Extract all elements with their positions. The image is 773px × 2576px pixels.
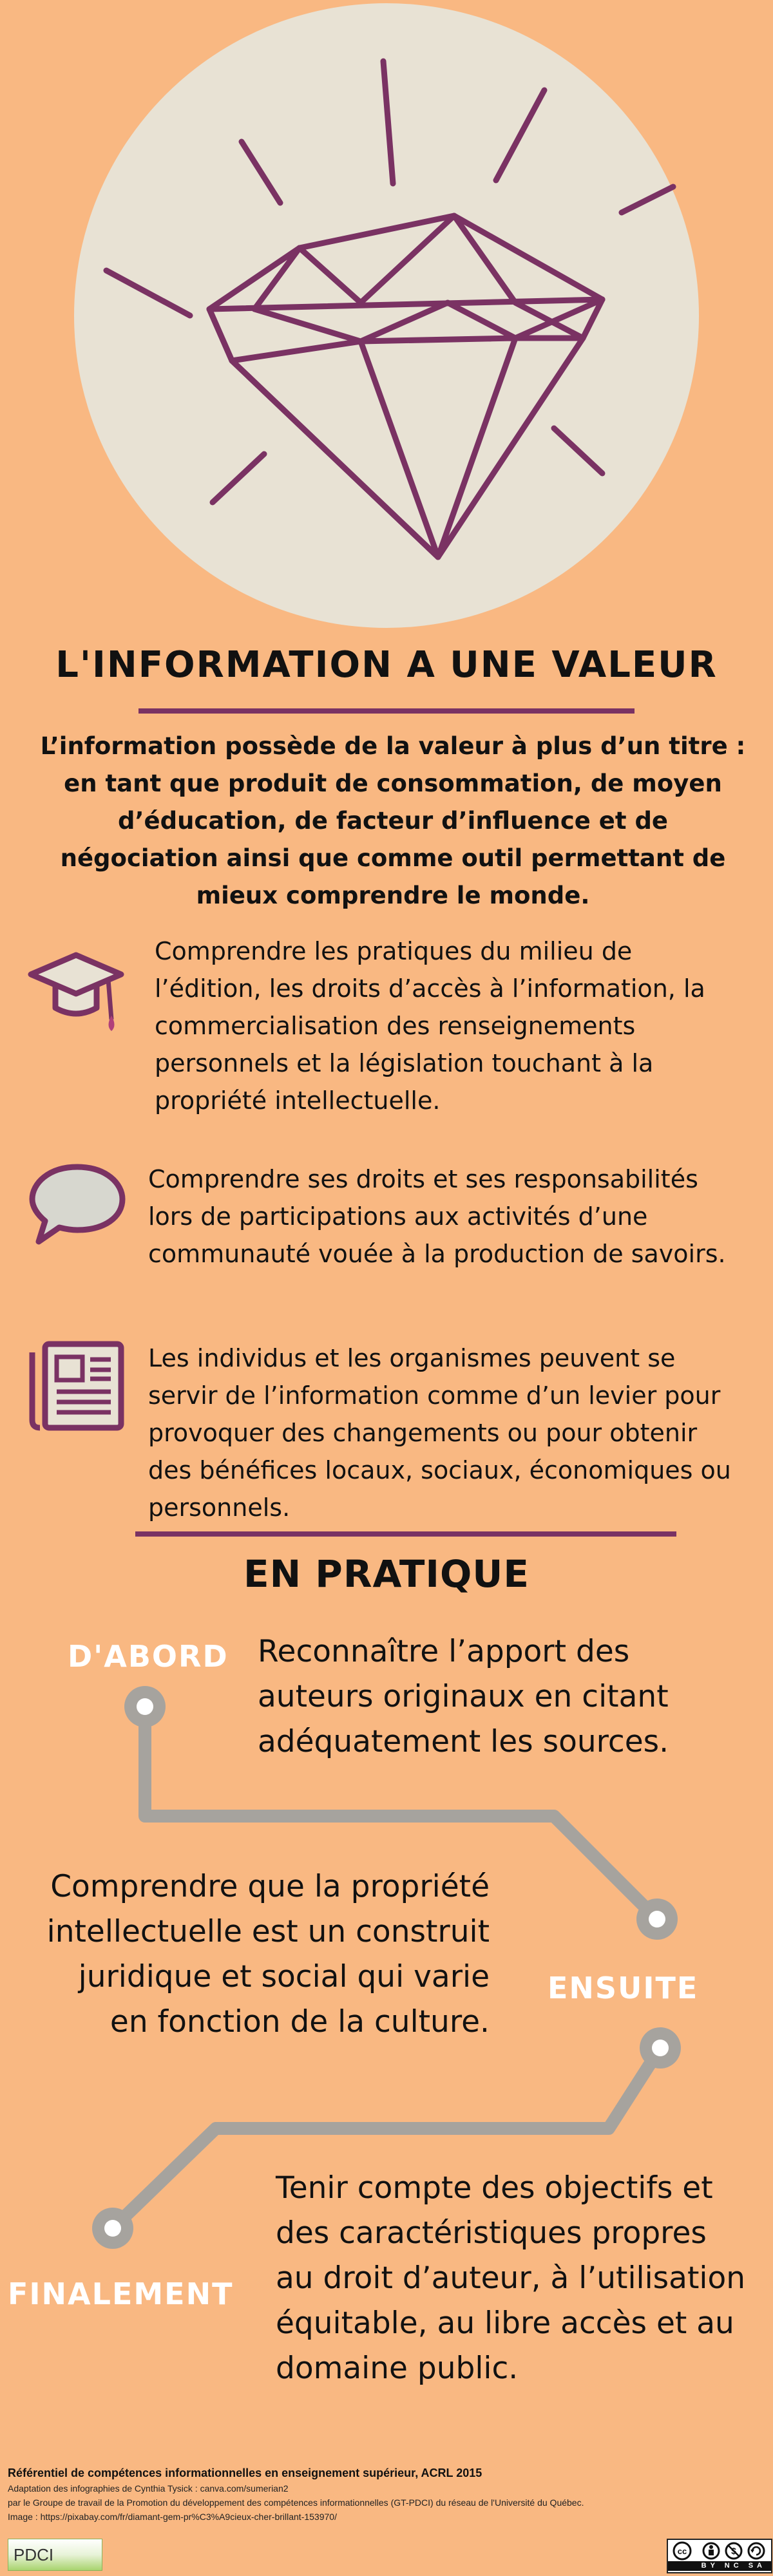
intro-paragraph: L’information possède de la valeur à plu…	[40, 732, 746, 909]
newspaper-icon	[29, 1341, 124, 1431]
step-text-second: Comprendre que la propriété intellectuel…	[46, 1869, 490, 2040]
page-title: L'INFORMATION A UNE VALEUR	[55, 644, 718, 686]
footer-credit-3: Image : https://pixabay.com/fr/diamant-g…	[8, 2512, 337, 2522]
section-divider	[135, 1531, 676, 1537]
speech-bubble-icon	[29, 1164, 126, 1245]
step-label-second: ENSUITE	[548, 1971, 699, 2005]
section-title-practice: EN PRATIQUE	[243, 1552, 530, 1596]
footer-credit-2: par le Groupe de travail de la Promotion…	[8, 2497, 584, 2508]
graduation-cap-icon	[28, 952, 124, 1031]
cc-icons: cc $	[669, 2541, 770, 2561]
diamond-illustration	[74, 3, 699, 628]
footer-reference: Référentiel de compétences informationne…	[8, 2467, 482, 2479]
cc-license-text: BY NC SA	[668, 2561, 771, 2571]
title-divider	[138, 708, 635, 714]
step-text-third: Tenir compte des objectifs et des caract…	[276, 2170, 745, 2386]
svg-text:cc: cc	[678, 2546, 687, 2556]
cc-license-badge[interactable]: cc $ BY NC SA	[667, 2539, 772, 2573]
item-text-leverage: Les individus et les organismes peuvent …	[148, 1344, 731, 1522]
step-label-third: FINALEMENT	[8, 2277, 234, 2311]
step-text-first: Reconnaître l’apport des auteurs origina…	[258, 1634, 669, 1759]
pdci-logo: PDCI	[8, 2539, 102, 2571]
step-label-first: D'ABORD	[68, 1639, 229, 1674]
item-text-publishing: Comprendre les pratiques du milieu de l’…	[155, 937, 705, 1115]
footer-credit-1: Adaptation des infographies de Cynthia T…	[8, 2483, 289, 2494]
item-text-community: Comprendre ses droits et ses responsabil…	[148, 1165, 726, 1268]
pdci-logo-text: PDCI	[14, 2544, 54, 2564]
sa-icon	[747, 2542, 765, 2560]
